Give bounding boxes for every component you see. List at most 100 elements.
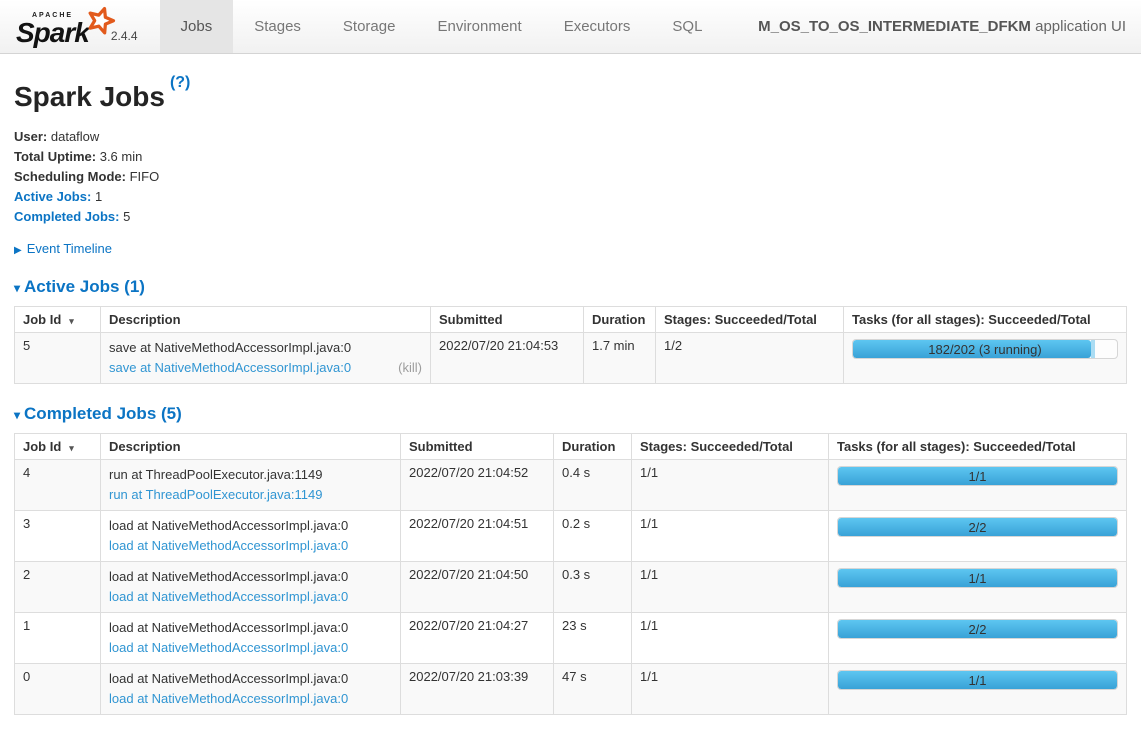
event-timeline-toggle[interactable]: ▶Event Timeline xyxy=(14,239,1127,261)
active-jobs-heading[interactable]: ▾Active Jobs (1) xyxy=(14,277,1127,297)
description-text: load at NativeMethodAccessorImpl.java:0 xyxy=(109,618,392,638)
description-link[interactable]: run at ThreadPoolExecutor.java:1149 xyxy=(109,485,322,505)
column-header[interactable]: Job Id▾ xyxy=(15,307,101,333)
duration-cell: 0.4 s xyxy=(554,460,632,511)
description-cell: run at ThreadPoolExecutor.java:1149run a… xyxy=(101,460,401,511)
column-header[interactable]: Submitted xyxy=(401,434,554,460)
spark-wordmark: Spark xyxy=(16,20,89,46)
description-link[interactable]: load at NativeMethodAccessorImpl.java:0 xyxy=(109,638,348,658)
description-text: save at NativeMethodAccessorImpl.java:0 xyxy=(109,338,422,358)
description-cell: load at NativeMethodAccessorImpl.java:0l… xyxy=(101,664,401,715)
summary-user-value: dataflow xyxy=(51,129,99,144)
tab-executors[interactable]: Executors xyxy=(543,0,652,53)
summary-total-uptime: Total Uptime: 3.6 min xyxy=(14,147,1127,167)
progress-label: 1/1 xyxy=(838,569,1117,588)
column-header-label: Tasks (for all stages): Succeeded/Total xyxy=(837,439,1076,454)
tab-storage[interactable]: Storage xyxy=(322,0,417,53)
completed-jobs-table-body: 4run at ThreadPoolExecutor.java:1149run … xyxy=(15,460,1127,715)
progress-label: 1/1 xyxy=(838,467,1117,486)
stages-cell: 1/1 xyxy=(632,664,829,715)
column-header-label: Description xyxy=(109,439,181,454)
job-row: 1load at NativeMethodAccessorImpl.java:0… xyxy=(15,613,1127,664)
duration-cell: 47 s xyxy=(554,664,632,715)
spark-brand: APACHE Spark 2.4.4 xyxy=(0,0,148,53)
column-header[interactable]: Duration xyxy=(584,307,656,333)
summary-completed-jobs-link[interactable]: Completed Jobs: xyxy=(14,209,119,224)
summary-active-jobs-link[interactable]: Active Jobs: xyxy=(14,189,91,204)
job-id-cell: 4 xyxy=(15,460,101,511)
kill-link[interactable]: (kill) xyxy=(398,358,422,378)
column-header-label: Stages: Succeeded/Total xyxy=(664,312,817,327)
expanded-arrow-icon: ▾ xyxy=(14,408,20,422)
job-row: 0load at NativeMethodAccessorImpl.java:0… xyxy=(15,664,1127,715)
sort-caret-icon: ▾ xyxy=(69,443,74,453)
column-header-label: Job Id xyxy=(23,312,61,327)
column-header[interactable]: Job Id ▾ xyxy=(15,434,101,460)
summary-user: User: dataflow xyxy=(14,127,1127,147)
submitted-cell: 2022/07/20 21:03:39 xyxy=(401,664,554,715)
column-header[interactable]: Duration xyxy=(554,434,632,460)
tasks-progress-bar: 2/2 xyxy=(837,517,1118,537)
column-header[interactable]: Tasks (for all stages): Succeeded/Total xyxy=(844,307,1127,333)
column-header[interactable]: Submitted xyxy=(431,307,584,333)
table-header-row: Job Id▾ Description Submitted Duration Stage… xyxy=(15,307,1127,333)
tab-stages[interactable]: Stages xyxy=(233,0,322,53)
page-content: Spark Jobs(?) User: dataflow Total Uptim… xyxy=(0,81,1141,747)
job-id-cell: 3 xyxy=(15,511,101,562)
column-header-label: Job Id xyxy=(23,439,61,454)
progress-label: 2/2 xyxy=(838,620,1117,639)
job-id-cell: 1 xyxy=(15,613,101,664)
description-line2: save at NativeMethodAccessorImpl.java:0 (… xyxy=(109,358,422,378)
description-link[interactable]: load at NativeMethodAccessorImpl.java:0 xyxy=(109,536,348,556)
summary-completed-jobs-value: 5 xyxy=(123,209,130,224)
description-cell: load at NativeMethodAccessorImpl.java:0l… xyxy=(101,511,401,562)
stages-cell: 1/1 xyxy=(632,460,829,511)
description-text: load at NativeMethodAccessorImpl.java:0 xyxy=(109,516,392,536)
submitted-cell: 2022/07/20 21:04:27 xyxy=(401,613,554,664)
description-link[interactable]: load at NativeMethodAccessorImpl.java:0 xyxy=(109,689,348,709)
application-name: M_OS_TO_OS_INTERMEDIATE_DFKM xyxy=(758,18,1031,35)
page-title-text: Spark Jobs xyxy=(14,81,165,112)
column-header[interactable]: Tasks (for all stages): Succeeded/Total xyxy=(829,434,1127,460)
description-line2: load at NativeMethodAccessorImpl.java:0 xyxy=(109,587,392,607)
duration-cell: 23 s xyxy=(554,613,632,664)
column-header-label: Submitted xyxy=(439,312,503,327)
column-header-label: Description xyxy=(109,312,181,327)
help-icon[interactable]: (?) xyxy=(170,74,190,91)
column-header[interactable]: Description xyxy=(101,434,401,460)
tasks-cell: 2/2 xyxy=(829,613,1127,664)
job-id-cell: 5 xyxy=(15,333,101,384)
column-header-label: Duration xyxy=(592,312,645,327)
description-link[interactable]: load at NativeMethodAccessorImpl.java:0 xyxy=(109,587,348,607)
active-jobs-table-body: 5 save at NativeMethodAccessorImpl.java:0… xyxy=(15,333,1127,384)
spark-logo: APACHE Spark xyxy=(16,12,107,46)
column-header[interactable]: Stages: Succeeded/Total xyxy=(656,307,844,333)
collapsed-arrow-icon: ▶ xyxy=(14,245,22,256)
description-cell: load at NativeMethodAccessorImpl.java:0l… xyxy=(101,613,401,664)
summary-user-label: User: xyxy=(14,129,47,144)
description-line2: run at ThreadPoolExecutor.java:1149 xyxy=(109,485,392,505)
completed-jobs-heading[interactable]: ▾Completed Jobs (5) xyxy=(14,404,1127,424)
tasks-cell: 182/202 (3 running) xyxy=(844,333,1127,384)
tasks-cell: 2/2 xyxy=(829,511,1127,562)
job-row: 4run at ThreadPoolExecutor.java:1149run … xyxy=(15,460,1127,511)
tab-jobs[interactable]: Jobs xyxy=(160,0,234,53)
tab-sql[interactable]: SQL xyxy=(651,0,723,53)
stages-cell: 1/1 xyxy=(632,562,829,613)
column-header-label: Submitted xyxy=(409,439,473,454)
progress-label: 2/2 xyxy=(838,518,1117,537)
duration-cell: 1.7 min xyxy=(584,333,656,384)
description-link[interactable]: save at NativeMethodAccessorImpl.java:0 xyxy=(109,358,351,378)
column-header[interactable]: Description xyxy=(101,307,431,333)
submitted-cell: 2022/07/20 21:04:52 xyxy=(401,460,554,511)
navbar: APACHE Spark 2.4.4 Jobs Stages Storage E… xyxy=(0,0,1141,54)
active-jobs-table: Job Id▾ Description Submitted Duration Stage… xyxy=(14,306,1127,384)
submitted-cell: 2022/07/20 21:04:51 xyxy=(401,511,554,562)
submitted-cell: 2022/07/20 21:04:50 xyxy=(401,562,554,613)
completed-jobs-table: Job Id ▾ Description Submitted DurationStage… xyxy=(14,433,1127,715)
tasks-progress-bar: 1/1 xyxy=(837,568,1118,588)
column-header[interactable]: Stages: Succeeded/Total xyxy=(632,434,829,460)
tasks-cell: 1/1 xyxy=(829,562,1127,613)
job-row: 3load at NativeMethodAccessorImpl.java:0… xyxy=(15,511,1127,562)
tab-environment[interactable]: Environment xyxy=(416,0,542,53)
